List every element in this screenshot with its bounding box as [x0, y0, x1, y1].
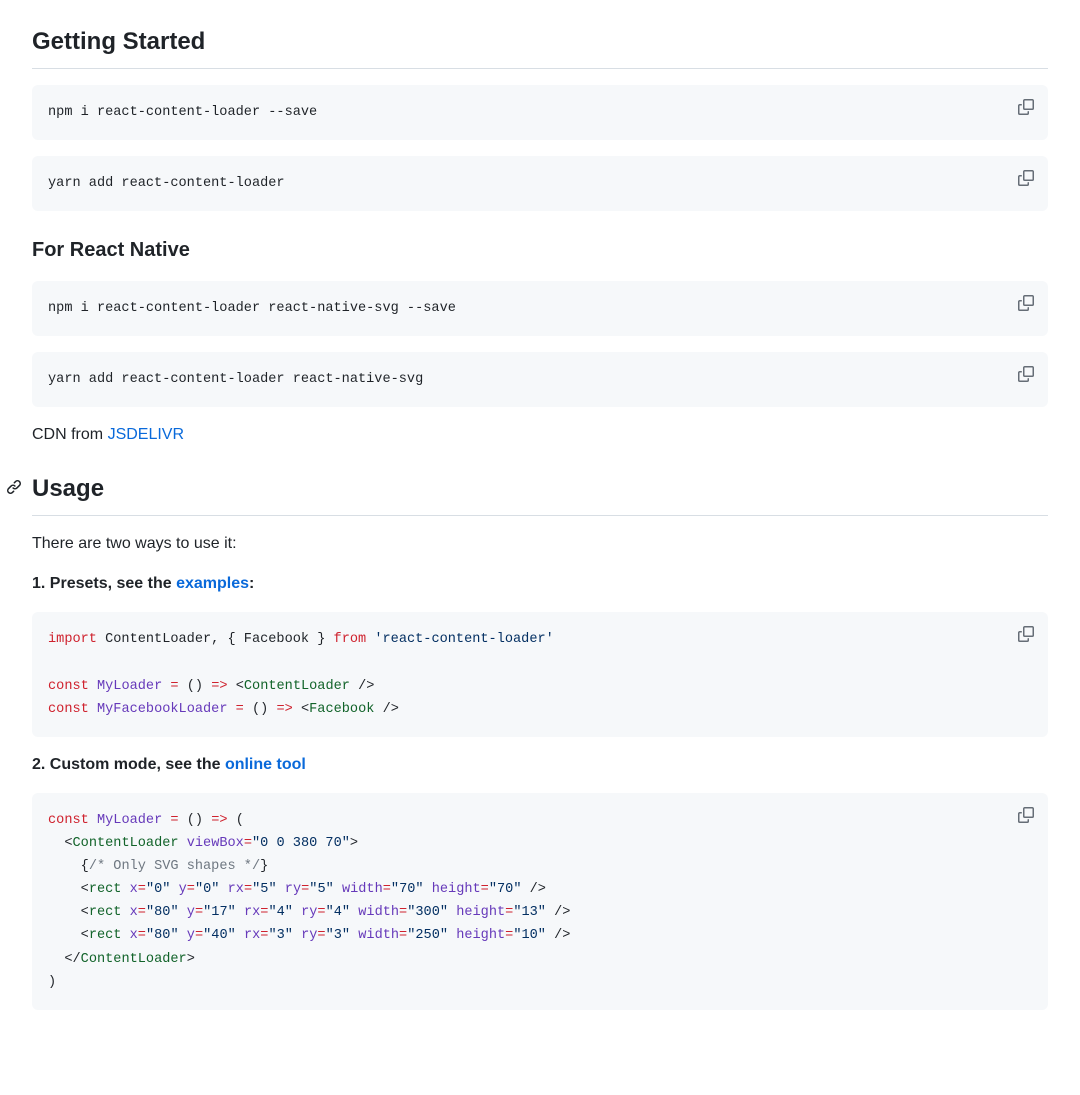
copy-button[interactable]	[1012, 620, 1040, 648]
cdn-line: CDN from JSDELIVR	[32, 423, 1048, 447]
presets-heading: 1. Presets, see the examples:	[32, 572, 1048, 596]
copy-icon	[1018, 99, 1034, 115]
copy-button[interactable]	[1012, 360, 1040, 388]
heading-usage: Usage	[32, 471, 1048, 516]
online-tool-link[interactable]: online tool	[225, 756, 306, 773]
custom-heading: 2. Custom mode, see the online tool	[32, 753, 1048, 777]
copy-button[interactable]	[1012, 93, 1040, 121]
cdn-prefix: CDN from	[32, 426, 108, 443]
copy-icon	[1018, 626, 1034, 642]
copy-icon	[1018, 170, 1034, 186]
examples-link[interactable]: examples	[176, 575, 249, 592]
heading-getting-started: Getting Started	[32, 24, 1048, 69]
copy-icon	[1018, 366, 1034, 382]
code-npm-rn: npm i react-content-loader react-native-…	[32, 281, 1048, 336]
copy-icon	[1018, 295, 1034, 311]
copy-button[interactable]	[1012, 289, 1040, 317]
code-text: import ContentLoader, { Facebook } from …	[48, 628, 1032, 720]
heading-usage-text: Usage	[32, 475, 104, 502]
code-text: yarn add react-content-loader	[48, 172, 1032, 195]
code-yarn-web: yarn add react-content-loader	[32, 156, 1048, 211]
code-text: const MyLoader = () => ( <ContentLoader …	[48, 809, 1032, 994]
copy-button[interactable]	[1012, 801, 1040, 829]
copy-icon	[1018, 807, 1034, 823]
jsdelivr-link[interactable]: JSDELIVR	[108, 426, 184, 443]
code-custom: const MyLoader = () => ( <ContentLoader …	[32, 793, 1048, 1010]
code-text: yarn add react-content-loader react-nati…	[48, 368, 1032, 391]
heading-for-react-native: For React Native	[32, 235, 1048, 265]
code-yarn-rn: yarn add react-content-loader react-nati…	[32, 352, 1048, 407]
copy-button[interactable]	[1012, 164, 1040, 192]
link-anchor-icon[interactable]	[6, 479, 22, 495]
code-text: npm i react-content-loader react-native-…	[48, 297, 1032, 320]
code-npm-web: npm i react-content-loader --save	[32, 85, 1048, 140]
code-presets: import ContentLoader, { Facebook } from …	[32, 612, 1048, 736]
code-text: npm i react-content-loader --save	[48, 101, 1032, 124]
usage-intro: There are two ways to use it:	[32, 532, 1048, 556]
